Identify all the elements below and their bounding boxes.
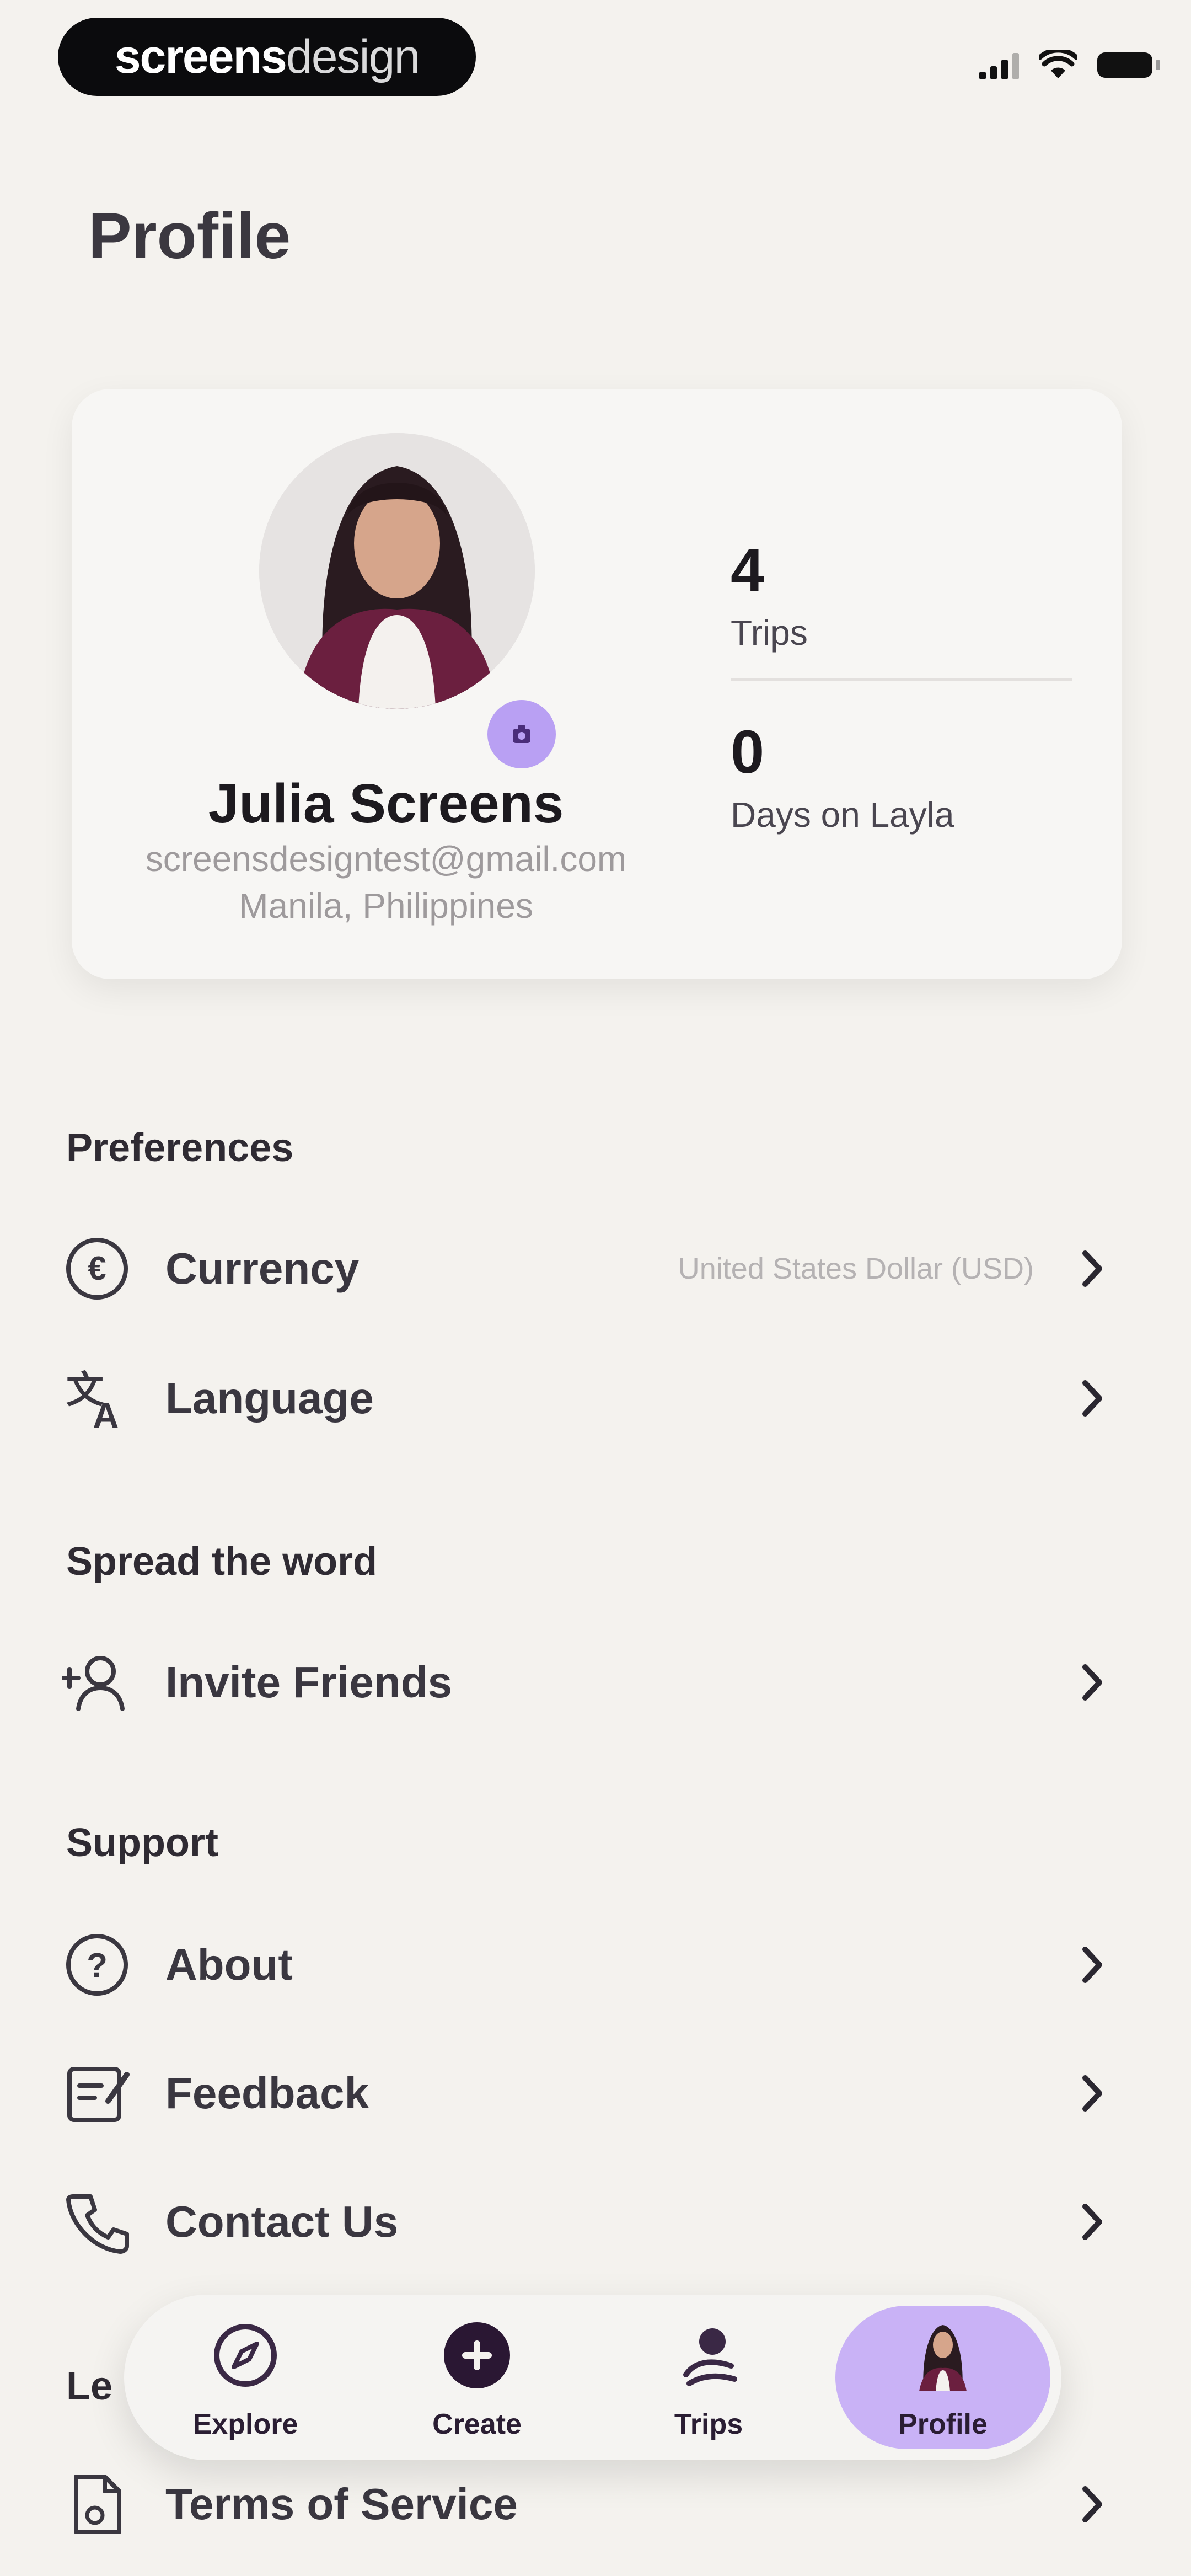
menu-item-invite-friends[interactable]: Invite Friends	[0, 1627, 1191, 1738]
chevron-right-icon	[1082, 2204, 1102, 2240]
compass-icon	[207, 2317, 284, 2394]
language-label: Language	[165, 1373, 374, 1423]
profile-card: Julia Screens screensdesigntest@gmail.co…	[72, 389, 1122, 979]
tab-create[interactable]: Create	[372, 2295, 582, 2460]
bottom-tab-bar: Explore Create Trips Profile	[124, 2295, 1061, 2460]
add-user-icon	[62, 1647, 132, 1718]
create-icon	[438, 2317, 516, 2394]
user-location: Manila, Philippines	[239, 886, 533, 926]
translate-icon: 文 A	[62, 1363, 132, 1434]
svg-text:A: A	[93, 1395, 119, 1434]
wifi-icon	[1039, 50, 1077, 78]
chevron-right-icon	[1082, 1380, 1102, 1417]
chevron-right-icon	[1082, 2075, 1102, 2112]
chevron-right-icon	[1082, 1947, 1102, 1983]
trips-count: 4	[731, 536, 765, 604]
about-label: About	[165, 1940, 293, 1989]
stats-divider	[731, 678, 1072, 681]
chevron-right-icon	[1082, 2486, 1102, 2522]
svg-text:?: ?	[87, 1947, 108, 1985]
tab-profile[interactable]: Profile	[838, 2295, 1048, 2460]
svg-text:€: €	[88, 1250, 106, 1287]
status-bar: screens design	[0, 0, 1191, 116]
phone-icon	[62, 2187, 132, 2257]
contact-us-label: Contact Us	[165, 2197, 399, 2246]
tab-explore[interactable]: Explore	[141, 2295, 350, 2460]
chevron-right-icon	[1082, 1250, 1102, 1287]
feedback-icon	[62, 2058, 132, 2129]
user-email: screensdesigntest@gmail.com	[145, 839, 627, 879]
brand-logo: screens design	[58, 18, 476, 96]
edit-photo-badge[interactable]	[484, 697, 559, 772]
currency-label: Currency	[165, 1244, 360, 1293]
section-spread-the-word: Spread the word	[66, 1540, 378, 1584]
brand-part1: screens	[114, 30, 287, 83]
menu-item-about[interactable]: ? About	[0, 1910, 1191, 2020]
tab-trips-label: Trips	[674, 2408, 743, 2440]
section-legal: Le	[66, 2364, 113, 2408]
user-name: Julia Screens	[208, 773, 564, 835]
tab-trips[interactable]: Trips	[604, 2295, 813, 2460]
status-icons	[979, 50, 1160, 81]
question-circle-icon: ?	[62, 1930, 132, 2000]
menu-item-currency[interactable]: € Currency United States Dollar (USD)	[0, 1214, 1191, 1324]
avatar-icon	[904, 2317, 981, 2394]
signal-icon	[979, 51, 1019, 79]
page-title: Profile	[88, 200, 291, 272]
terms-label: Terms of Service	[165, 2479, 518, 2529]
battery-icon	[1097, 52, 1160, 78]
menu-item-contact-us[interactable]: Contact Us	[0, 2167, 1191, 2277]
avatar-photo	[259, 433, 535, 709]
section-support: Support	[66, 1821, 218, 1865]
euro-circle-icon: €	[62, 1233, 132, 1304]
brand-part2: design	[286, 30, 420, 83]
menu-item-terms-of-service[interactable]: Terms of Service	[0, 2449, 1191, 2559]
document-icon	[62, 2469, 132, 2540]
menu-item-language[interactable]: 文 A Language	[0, 1343, 1191, 1453]
currency-value: United States Dollar (USD)	[678, 1252, 1034, 1285]
tab-explore-label: Explore	[192, 2408, 298, 2440]
tab-profile-label: Profile	[898, 2408, 988, 2440]
days-label: Days on Layla	[731, 795, 954, 835]
feedback-label: Feedback	[165, 2069, 369, 2118]
avatar-wrapper[interactable]	[259, 433, 559, 772]
menu-item-feedback[interactable]: Feedback	[0, 2038, 1191, 2149]
chevron-right-icon	[1082, 1664, 1102, 1701]
days-count: 0	[731, 718, 765, 786]
avatar[interactable]	[259, 433, 535, 709]
tab-create-label: Create	[432, 2408, 522, 2440]
section-preferences: Preferences	[66, 1126, 294, 1170]
trips-icon	[670, 2317, 747, 2394]
trips-label: Trips	[731, 613, 808, 653]
invite-friends-label: Invite Friends	[165, 1658, 453, 1707]
camera-icon	[513, 725, 530, 743]
